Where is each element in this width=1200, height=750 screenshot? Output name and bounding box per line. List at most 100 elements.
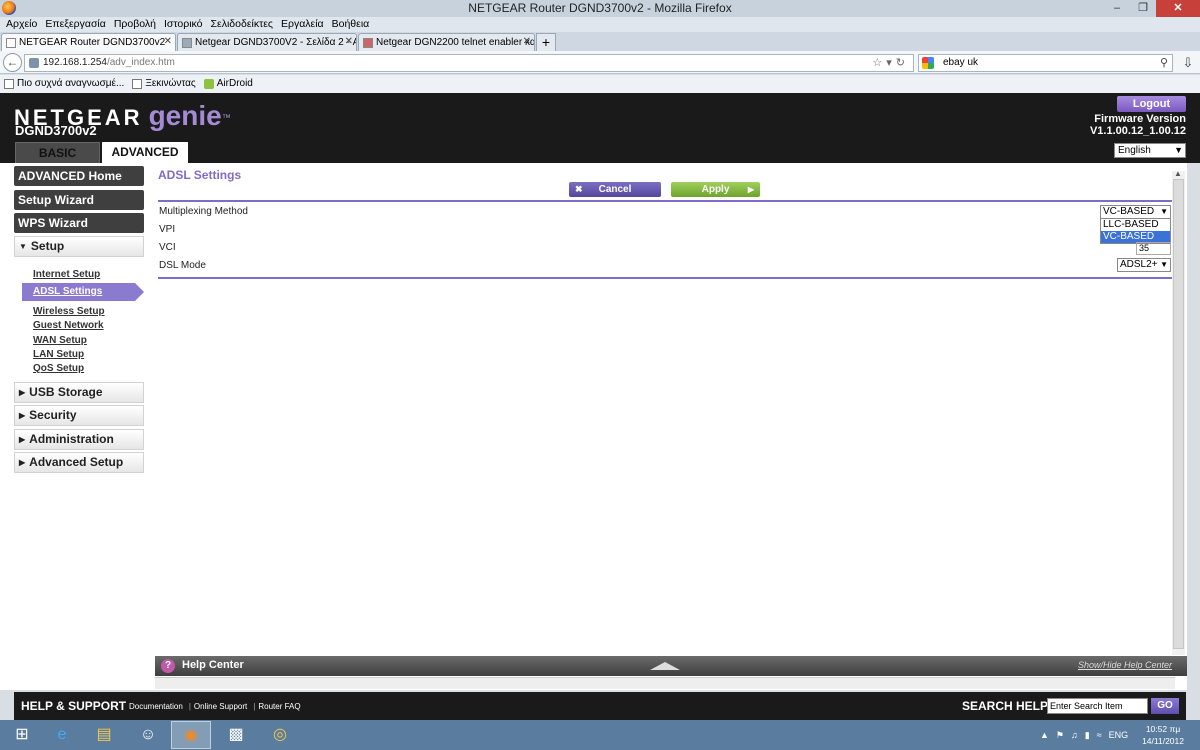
- tab-advanced[interactable]: ADVANCED: [102, 142, 188, 163]
- tab-netgear-router[interactable]: NETGEAR Router DGND3700v2 ✕: [1, 33, 176, 51]
- scroll-up-icon[interactable]: ▲: [1174, 169, 1182, 178]
- logout-button[interactable]: Logout: [1117, 96, 1186, 112]
- language-select[interactable]: English ▼: [1114, 143, 1186, 158]
- network-icon[interactable]: ▲: [1040, 730, 1049, 740]
- google-icon[interactable]: [922, 57, 934, 69]
- sidebar-section-security[interactable]: ▶ Security: [14, 405, 144, 426]
- genie-logo: genie: [148, 100, 222, 131]
- sidebar-item-adsl-settings[interactable]: ADSL Settings: [22, 283, 144, 301]
- volume-icon[interactable]: ♫: [1071, 730, 1078, 740]
- multiplexing-select[interactable]: VC-BASED ▼: [1100, 205, 1171, 219]
- sidebar-item-internet-setup[interactable]: Internet Setup: [33, 269, 100, 280]
- bookmark-most-visited[interactable]: Πιο συχνά αναγνωσμέ...: [4, 75, 124, 93]
- cancel-label: Cancel: [598, 184, 632, 195]
- vci-input[interactable]: 35: [1136, 242, 1171, 255]
- wps-wizard-button[interactable]: WPS Wizard: [14, 213, 144, 233]
- router-faq-link[interactable]: Router FAQ: [258, 702, 300, 711]
- bookmark-airdroid[interactable]: AirDroid: [203, 75, 253, 93]
- online-support-link[interactable]: Online Support: [194, 702, 247, 711]
- sidebar-section-setup[interactable]: ▼ Setup: [14, 236, 144, 257]
- mux-value: VC-BASED: [1103, 206, 1155, 217]
- go-button[interactable]: GO: [1151, 698, 1179, 714]
- documentation-link[interactable]: Documentation: [129, 702, 183, 711]
- internet-explorer-icon[interactable]: e: [42, 721, 82, 749]
- sidebar-section-administration[interactable]: ▶ Administration: [14, 429, 144, 450]
- site-identity-icon[interactable]: [29, 58, 39, 68]
- wifi-icon[interactable]: ≈: [1097, 730, 1102, 740]
- sidebar-item-wan-setup[interactable]: WAN Setup: [33, 335, 87, 346]
- divider: [158, 277, 1172, 279]
- downloads-icon[interactable]: ⇩: [1180, 54, 1196, 72]
- battery-icon[interactable]: ▮: [1085, 730, 1090, 741]
- minimize-button[interactable]: –: [1104, 0, 1130, 17]
- chevron-down-icon: ▼: [1160, 207, 1168, 216]
- back-button[interactable]: ←: [3, 53, 22, 72]
- chrome-icon[interactable]: ◎: [260, 721, 300, 749]
- language-value: English: [1118, 145, 1151, 156]
- horizontal-scrollbar[interactable]: [155, 677, 1175, 689]
- sidebar-section-usb-storage[interactable]: ▶ USB Storage: [14, 382, 144, 403]
- sidebar-section-advanced-setup[interactable]: ▶ Advanced Setup: [14, 452, 144, 473]
- new-tab-button[interactable]: +: [536, 33, 556, 51]
- main-content: ADSL Settings ✖ Cancel Apply ▶ Multiplexin…: [155, 163, 1187, 690]
- bookmark-label: Πιο συχνά αναγνωσμέ...: [17, 78, 125, 89]
- tab-bar: NETGEAR Router DGND3700v2 ✕ Netgear DGND…: [0, 32, 1200, 51]
- search-icon[interactable]: ⚲: [1160, 55, 1168, 71]
- separator: |: [253, 702, 256, 711]
- sidebar-item-wireless-setup[interactable]: Wireless Setup: [33, 306, 105, 317]
- virtual-machine-icon[interactable]: ▩: [216, 721, 256, 749]
- star-icon[interactable]: ☆: [872, 57, 886, 69]
- chevron-down-icon: ▼: [19, 242, 27, 251]
- chevron-right-icon: ▶: [19, 435, 26, 444]
- menu-tools[interactable]: Εργαλεία: [281, 17, 324, 32]
- sidebar-item-lan-setup[interactable]: LAN Setup: [33, 349, 84, 360]
- menu-file[interactable]: Αρχείο: [6, 17, 37, 32]
- bookmark-getting-started[interactable]: Ξεκινώντας: [132, 75, 196, 93]
- dsl-mode-select[interactable]: ADSL2+ ▼: [1117, 258, 1171, 272]
- option-llc-based[interactable]: LLC-BASED: [1101, 219, 1170, 231]
- reload-icon[interactable]: ↻: [896, 57, 909, 69]
- system-tray: ▲ ⚑ ♫ ▮ ≈ ENG: [1040, 720, 1135, 750]
- action-center-icon[interactable]: ⚑: [1056, 730, 1064, 741]
- search-bar[interactable]: ebay uk ⚲: [918, 54, 1173, 72]
- menu-history[interactable]: Ιστορικό: [164, 17, 203, 32]
- apply-button[interactable]: Apply ▶: [671, 182, 760, 197]
- bookmark-label: AirDroid: [216, 78, 253, 89]
- url-host: 192.168.1.254: [43, 57, 107, 68]
- tab-label: Netgear DGND3700V2 - Σελίδα 2 - AD...: [195, 36, 356, 48]
- language-indicator[interactable]: ENG: [1109, 730, 1129, 740]
- search-value: ebay uk: [943, 57, 979, 68]
- window-title: NETGEAR Router DGND3700v2 - Mozilla Fire…: [468, 1, 732, 15]
- menu-help[interactable]: Βοήθεια: [332, 17, 370, 32]
- close-tab-icon[interactable]: ✕: [345, 34, 353, 50]
- maximize-button[interactable]: ❐: [1130, 0, 1156, 17]
- sidebar-item-qos-setup[interactable]: QoS Setup: [33, 363, 84, 374]
- tab-netgear-forum[interactable]: Netgear DGND3700V2 - Σελίδα 2 - AD... ✕: [177, 33, 357, 51]
- file-explorer-icon[interactable]: ▤: [84, 721, 124, 749]
- clock[interactable]: 10:52 πμ 14/11/2012: [1142, 723, 1184, 747]
- tab-telnet-enabler[interactable]: Netgear DGN2200 telnet enabler και s... …: [358, 33, 535, 51]
- messenger-icon[interactable]: ☺: [128, 721, 168, 749]
- bookmarks-toolbar: Πιο συχνά αναγνωσμέ... Ξεκινώντας AirDro…: [0, 75, 1200, 93]
- show-hide-help-link[interactable]: Show/Hide Help Center: [1078, 660, 1172, 670]
- firefox-icon[interactable]: [2, 1, 16, 15]
- advanced-home-button[interactable]: ADVANCED Home: [14, 166, 144, 186]
- firefox-taskbar-icon[interactable]: ◉: [171, 721, 211, 749]
- close-tab-icon[interactable]: ✕: [523, 34, 531, 50]
- cancel-button[interactable]: ✖ Cancel: [569, 182, 661, 197]
- scrollbar-thumb[interactable]: [1173, 179, 1184, 649]
- url-tools: ☆▾↻: [872, 55, 909, 71]
- close-tab-icon[interactable]: ✕: [164, 34, 172, 50]
- close-window-button[interactable]: ✕: [1156, 0, 1200, 17]
- setup-wizard-button[interactable]: Setup Wizard: [14, 190, 144, 210]
- dropdown-icon[interactable]: ▾: [886, 57, 896, 69]
- menu-bookmarks[interactable]: Σελιδοδείκτες: [211, 17, 273, 32]
- menu-view[interactable]: Προβολή: [114, 17, 156, 32]
- url-bar[interactable]: 192.168.1.254/adv_index.htm ☆▾↻: [24, 54, 914, 72]
- windows-start-icon[interactable]: ⊞: [2, 721, 42, 749]
- menu-edit[interactable]: Επεξεργασία: [45, 17, 106, 32]
- tab-basic[interactable]: BASIC: [15, 142, 100, 163]
- search-help-input[interactable]: Enter Search Item: [1047, 698, 1148, 714]
- expand-up-icon[interactable]: [650, 662, 680, 670]
- sidebar-item-guest-network[interactable]: Guest Network: [33, 320, 104, 331]
